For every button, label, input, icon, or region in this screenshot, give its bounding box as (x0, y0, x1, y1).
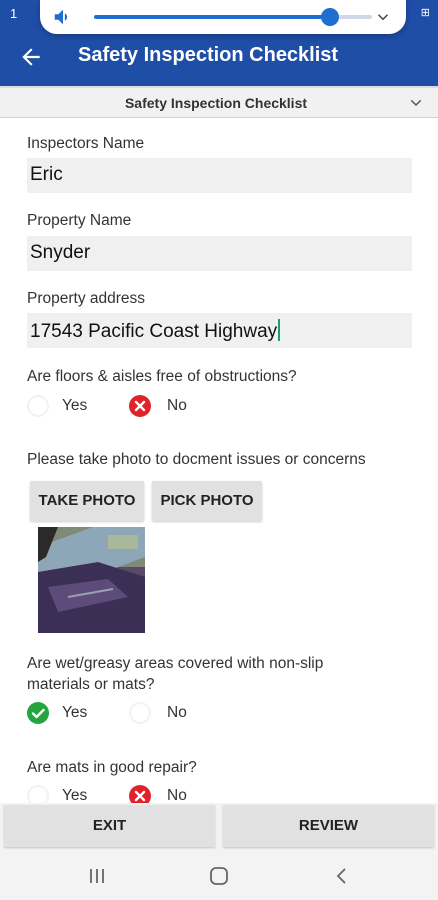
property-address-value: 17543 Pacific Coast Highway (30, 321, 278, 342)
inspector-name-label: Inspectors Name (27, 135, 145, 152)
back-nav-icon[interactable] (330, 864, 354, 888)
radio-yes[interactable] (27, 395, 49, 417)
property-name-value: Snyder (30, 242, 91, 263)
property-name-label: Property Name (27, 212, 132, 229)
chevron-down-icon[interactable] (374, 8, 392, 26)
inspector-name-value: Eric (30, 164, 63, 185)
radio-group-wet-areas: Yes No (27, 701, 327, 727)
radio-yes-label: Yes (62, 704, 88, 721)
pick-photo-button[interactable]: PICK PHOTO (152, 481, 262, 521)
radio-no-label: No (167, 397, 187, 414)
bottom-action-bar: EXIT REVIEW (0, 803, 438, 850)
property-address-text: 17543 Pacific Coast Highway (30, 319, 281, 343)
property-address-field[interactable]: 17543 Pacific Coast Highway (27, 313, 412, 348)
check-icon (31, 708, 45, 719)
radio-group-floors: Yes No (27, 394, 327, 420)
close-icon (134, 400, 146, 412)
page-title: Safety Inspection Checklist (78, 44, 339, 66)
home-icon[interactable] (207, 864, 231, 888)
question-mats: Are mats in good repair? (27, 759, 197, 776)
question-floors: Are floors & aisles free of obstructions… (27, 368, 297, 385)
radio-no-selected[interactable] (129, 395, 151, 417)
take-photo-button[interactable]: TAKE PHOTO (30, 481, 144, 521)
section-title: Safety Inspection Checklist (124, 95, 308, 111)
volume-slider-thumb[interactable] (321, 8, 339, 26)
status-icons: ⊞ (420, 7, 430, 19)
radio-yes-selected[interactable] (27, 702, 49, 724)
chevron-down-icon (410, 99, 422, 107)
volume-panel (40, 0, 406, 34)
radio-yes-label: Yes (62, 397, 88, 414)
photo-image (38, 527, 145, 633)
section-dropdown[interactable]: Safety Inspection Checklist (0, 86, 438, 118)
status-time: 1 (10, 6, 18, 21)
radio-no[interactable] (129, 702, 151, 724)
radio-no-label: No (167, 704, 187, 721)
question-wet-areas-line1: Are wet/greasy areas covered with non-sl… (27, 655, 324, 672)
arrow-left-icon[interactable] (18, 44, 44, 70)
photo-prompt: Please take photo to docment issues or c… (27, 451, 366, 468)
photo-thumbnail[interactable] (38, 527, 145, 633)
property-name-field[interactable]: Snyder (27, 236, 412, 271)
inspector-name-field[interactable]: Eric (27, 158, 412, 193)
recent-apps-icon[interactable] (85, 864, 109, 888)
text-cursor (278, 319, 281, 341)
exit-button[interactable]: EXIT (4, 805, 215, 847)
system-nav-bar (0, 850, 438, 900)
question-wet-areas-line2: materials or mats? (27, 676, 155, 693)
volume-icon[interactable] (52, 6, 74, 28)
volume-track-filled (94, 15, 330, 19)
property-address-label: Property address (27, 290, 146, 307)
review-button[interactable]: REVIEW (223, 805, 434, 847)
